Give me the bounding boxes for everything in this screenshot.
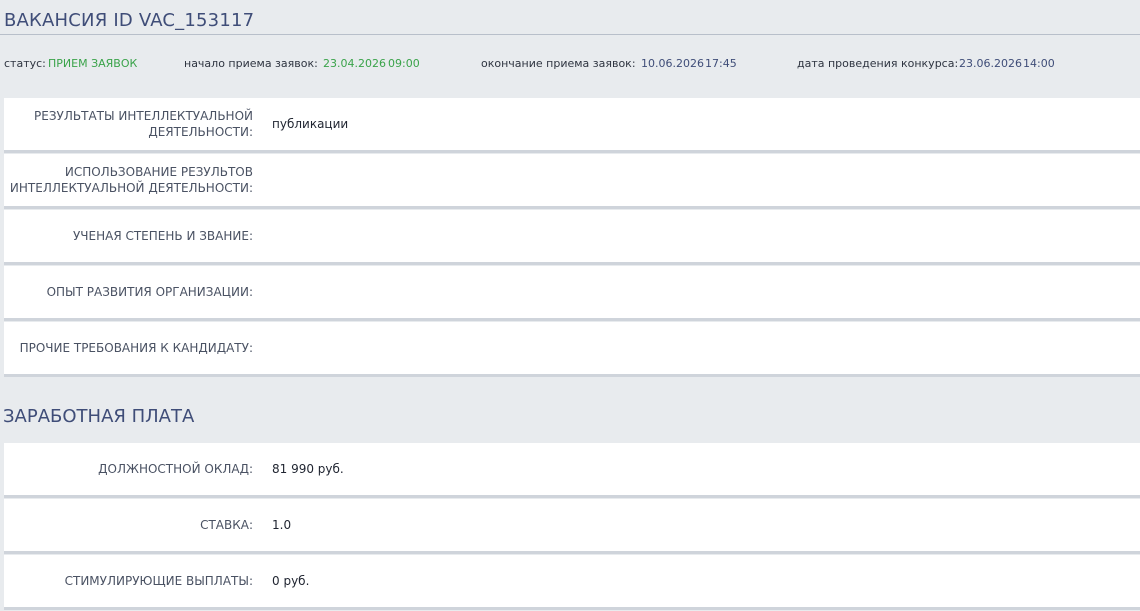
start-label: начало приема заявок: xyxy=(184,57,318,70)
salary-value: 81 990 руб. xyxy=(272,462,344,476)
page-title: ВАКАНСИЯ ID VAC_153117 xyxy=(4,10,255,31)
salary-row: ДОЛЖНОСТНОЙ ОКЛАД: 81 990 руб. xyxy=(4,443,1140,498)
requirement-row: ПРОЧИЕ ТРЕБОВАНИЯ К КАНДИДАТУ: xyxy=(4,322,1140,377)
salary-value: 0 руб. xyxy=(272,574,310,588)
salary-label: СТИМУЛИРУЮЩИЕ ВЫПЛАТЫ: xyxy=(64,574,253,588)
salary-row: СТАВКА: 1.0 xyxy=(4,499,1140,554)
status-value: ПРИЕМ ЗАЯВОК xyxy=(48,57,138,70)
status-label: статус: xyxy=(4,57,46,70)
end-time: 17:45 xyxy=(705,57,737,70)
page-header: ВАКАНСИЯ ID VAC_153117 статус: ПРИЕМ ЗАЯ… xyxy=(0,0,1140,94)
start-date: 23.04.2026 xyxy=(323,57,386,70)
contest-label: дата проведения конкурса: xyxy=(797,57,959,70)
salary-label: СТАВКА: xyxy=(200,518,253,532)
end-date: 10.06.2026 xyxy=(641,57,704,70)
salary-row: СТИМУЛИРУЮЩИЕ ВЫПЛАТЫ: 0 руб. xyxy=(4,555,1140,610)
requirement-label: ОПЫТ РАЗВИТИЯ ОРГАНИЗАЦИИ: xyxy=(46,285,253,299)
salary-value: 1.0 xyxy=(272,518,292,532)
contest-date: 23.06.2026 xyxy=(959,57,1022,70)
requirement-label: УЧЕНАЯ СТЕПЕНЬ И ЗВАНИЕ: xyxy=(72,229,253,243)
contest-time: 14:00 xyxy=(1023,57,1055,70)
requirement-value: публикации xyxy=(272,117,349,131)
requirement-row: ИСПОЛЬЗОВАНИЕ РЕЗУЛЬТОВ ИНТЕЛЛЕКТУАЛЬНОЙ… xyxy=(4,154,1140,209)
requirement-row: РЕЗУЛЬТАТЫ ИНТЕЛЛЕКТУАЛЬНОЙ ДЕЯТЕЛЬНОСТИ… xyxy=(4,98,1140,153)
requirement-row: УЧЕНАЯ СТЕПЕНЬ И ЗВАНИЕ: xyxy=(4,210,1140,265)
salary-section-title: ЗАРАБОТНАЯ ПЛАТА xyxy=(3,406,195,427)
title-divider xyxy=(0,34,1140,35)
end-label: окончание приема заявок: xyxy=(481,57,636,70)
start-time: 09:00 xyxy=(388,57,420,70)
requirement-label: РЕЗУЛЬТАТЫ ИНТЕЛЛЕКТУАЛЬНОЙ ДЕЯТЕЛЬНОСТИ… xyxy=(34,109,253,139)
salary-label: ДОЛЖНОСТНОЙ ОКЛАД: xyxy=(98,462,253,476)
requirements-list: РЕЗУЛЬТАТЫ ИНТЕЛЛЕКТУАЛЬНОЙ ДЕЯТЕЛЬНОСТИ… xyxy=(4,98,1140,378)
requirement-label: ИСПОЛЬЗОВАНИЕ РЕЗУЛЬТОВ ИНТЕЛЛЕКТУАЛЬНОЙ… xyxy=(9,165,253,195)
salary-list: ДОЛЖНОСТНОЙ ОКЛАД: 81 990 руб. СТАВКА: 1… xyxy=(4,443,1140,611)
requirement-label: ПРОЧИЕ ТРЕБОВАНИЯ К КАНДИДАТУ: xyxy=(19,341,253,355)
requirement-row: ОПЫТ РАЗВИТИЯ ОРГАНИЗАЦИИ: xyxy=(4,266,1140,321)
